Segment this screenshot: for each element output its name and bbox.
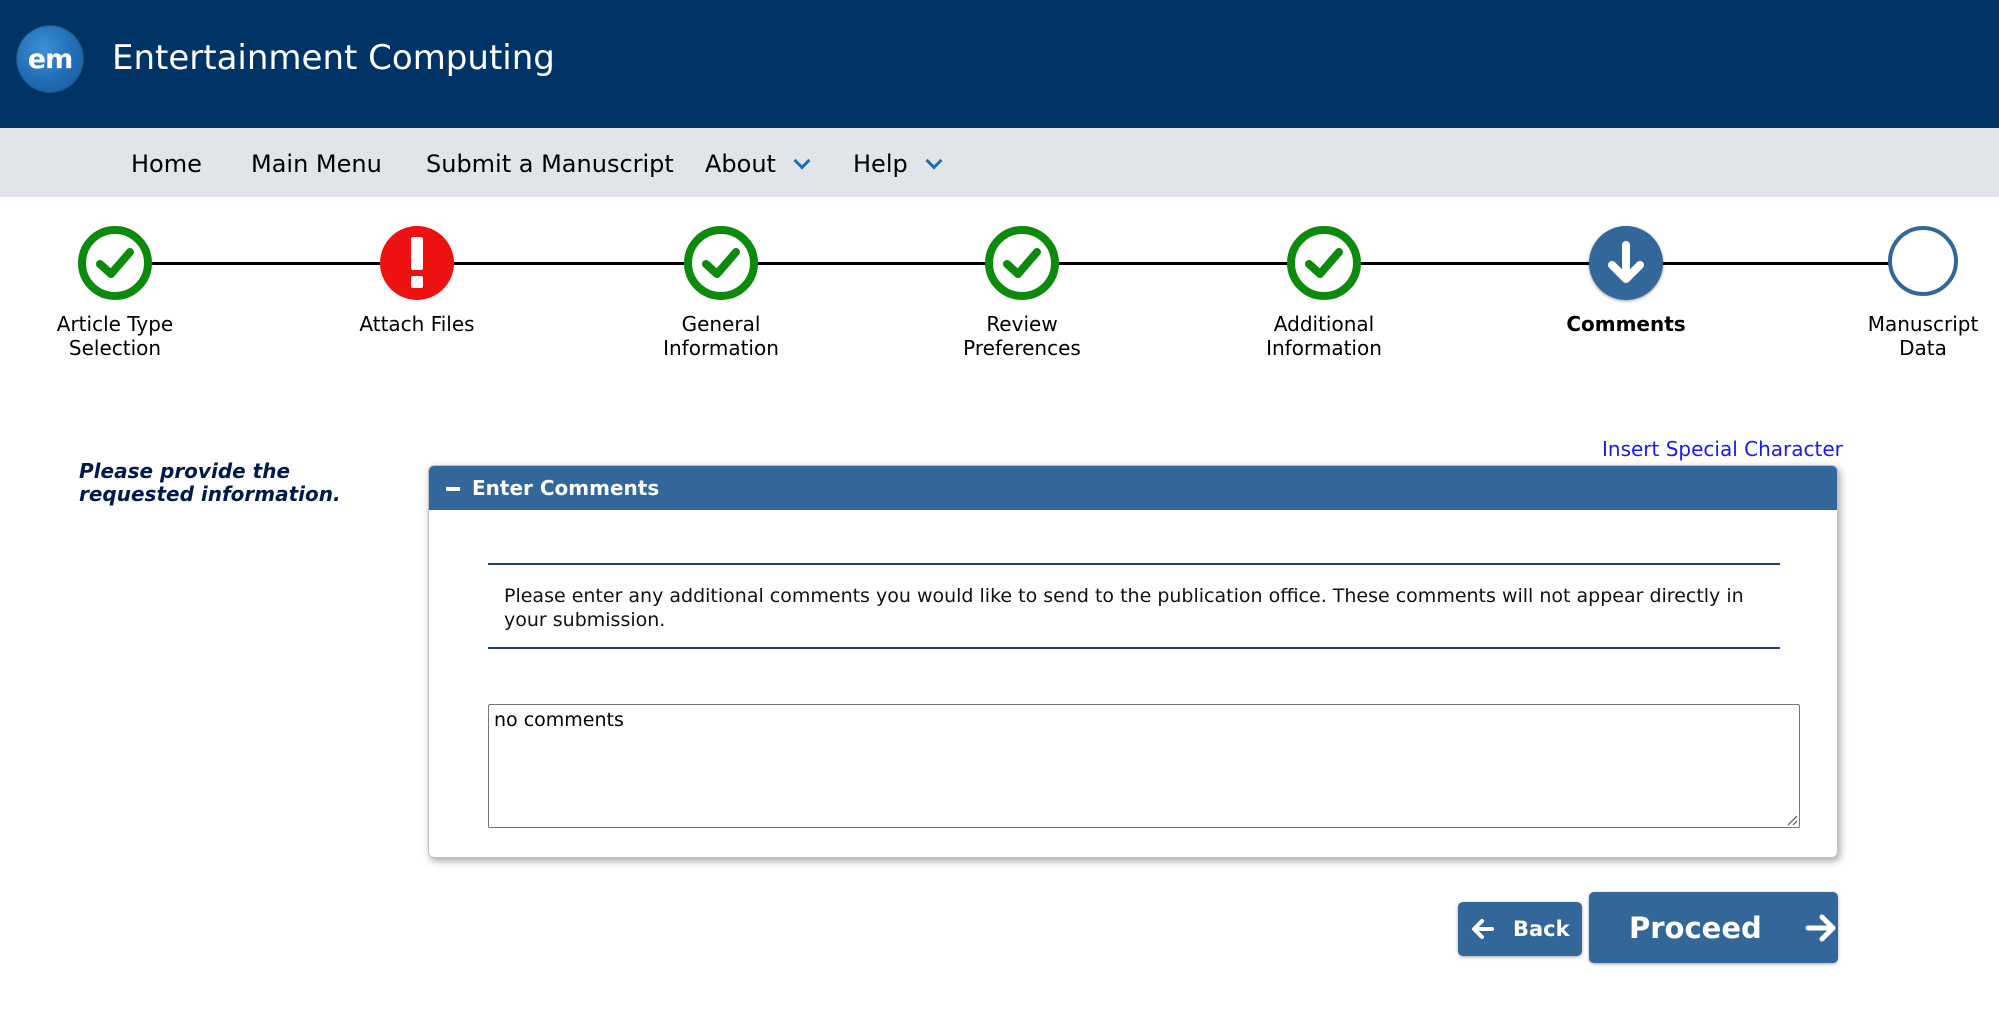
step-additional-information[interactable]: Additional Information <box>1224 226 1424 360</box>
step-label: Comments <box>1566 312 1686 336</box>
resize-handle-icon[interactable] <box>1786 814 1798 826</box>
back-button[interactable]: Back <box>1458 902 1582 956</box>
step-manuscript-data[interactable]: Manuscript Data <box>1823 226 1999 360</box>
nav-submit-label: Submit a Manuscript <box>426 150 674 178</box>
step-comments[interactable]: Comments <box>1526 226 1726 336</box>
comments-panel: Enter Comments Please enter any addition… <box>428 465 1838 858</box>
comments-instructions: Please enter any additional comments you… <box>488 563 1780 649</box>
nav-main-menu-label: Main Menu <box>251 150 382 178</box>
check-icon <box>78 226 152 300</box>
check-icon <box>684 226 758 300</box>
arrow-down-icon <box>1589 226 1663 300</box>
panel-title: Enter Comments <box>472 476 660 500</box>
collapse-icon[interactable] <box>443 477 465 499</box>
step-review-preferences[interactable]: Review Preferences <box>922 226 1122 360</box>
nav-submit-manuscript[interactable]: Submit a Manuscript <box>426 150 674 178</box>
instruction-note: Please provide the requested information… <box>79 459 341 506</box>
panel-header[interactable]: Enter Comments <box>429 466 1837 510</box>
nav-home[interactable]: Home <box>131 150 202 178</box>
insert-special-character-link[interactable]: Insert Special Character <box>1602 437 1843 461</box>
em-logo[interactable]: em <box>17 26 83 92</box>
chevron-down-icon <box>793 152 811 170</box>
proceed-button[interactable]: Proceed <box>1589 892 1838 963</box>
step-attach-files[interactable]: Attach Files <box>317 226 517 336</box>
comments-textarea[interactable]: no comments <box>488 704 1800 828</box>
step-label: Additional Information <box>1266 312 1382 360</box>
nav-main-menu[interactable]: Main Menu <box>251 150 382 178</box>
arrow-left-icon <box>1472 919 1494 939</box>
step-article-type-selection[interactable]: Article Type Selection <box>15 226 215 360</box>
nav-about-label: About <box>705 150 776 178</box>
arrow-right-icon <box>1805 914 1836 941</box>
exclamation-icon <box>380 226 454 300</box>
step-label: Attach Files <box>359 312 475 336</box>
nav-help[interactable]: Help <box>853 150 943 178</box>
step-label: General Information <box>663 312 779 360</box>
nav-help-label: Help <box>853 150 908 178</box>
back-button-label: Back <box>1513 917 1570 941</box>
check-icon <box>985 226 1059 300</box>
main-nav: Home Main Menu Submit a Manuscript About… <box>0 128 1999 197</box>
check-icon <box>1287 226 1361 300</box>
app-header: em Entertainment Computing <box>0 0 1999 128</box>
chevron-down-icon <box>925 152 943 170</box>
nav-home-label: Home <box>131 150 202 178</box>
step-label: Article Type Selection <box>56 312 174 360</box>
step-label: Manuscript Data <box>1867 312 1979 360</box>
step-label: Review Preferences <box>963 312 1081 360</box>
proceed-button-label: Proceed <box>1629 910 1762 945</box>
nav-about[interactable]: About <box>705 150 811 178</box>
journal-title: Entertainment Computing <box>112 38 555 78</box>
empty-circle-icon <box>1888 226 1958 296</box>
step-general-information[interactable]: General Information <box>621 226 821 360</box>
